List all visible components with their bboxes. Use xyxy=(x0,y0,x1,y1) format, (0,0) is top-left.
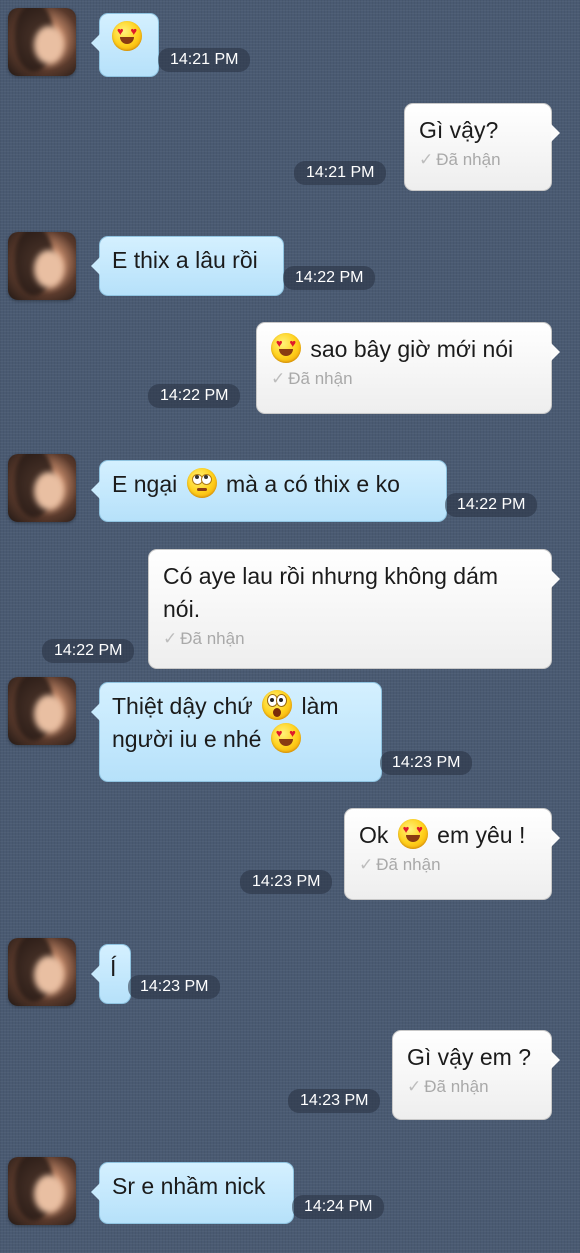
outgoing-message-bubble[interactable]: ♥ ♥ sao bây giờ mới nói ✓ Đã nhận xyxy=(256,322,560,414)
delivery-status: ✓ Đã nhận xyxy=(271,369,353,388)
message-timestamp: 14:21 PM xyxy=(294,161,387,185)
heart-eyes-emoji: ♥ ♥ xyxy=(397,819,428,849)
message-timestamp: 14:24 PM xyxy=(292,1195,385,1219)
checkmark-icon: ✓ xyxy=(407,1077,422,1096)
message-timestamp: 14:22 PM xyxy=(283,266,376,290)
delivery-status: ✓ Đã nhận xyxy=(407,1077,489,1096)
delivery-status: ✓ Đã nhận xyxy=(359,855,441,874)
message-timestamp: 14:22 PM xyxy=(148,384,241,408)
message-text-start: Ok xyxy=(359,822,389,848)
message-timestamp: 14:21 PM xyxy=(158,48,251,72)
contact-avatar[interactable] xyxy=(8,232,76,300)
contact-avatar[interactable] xyxy=(8,677,76,745)
incoming-message-bubble[interactable]: Thiệt dậy chứ làm người iu e nhé ♥ ♥ xyxy=(91,682,382,782)
message-text-end: mà a có thix e ko xyxy=(226,471,400,497)
message-timestamp: 14:22 PM xyxy=(445,493,538,517)
message-text-end: em yêu ! xyxy=(437,822,526,848)
message-text: Có aye lau rồi nhưng không dám nói. xyxy=(163,563,499,622)
message-timestamp: 14:22 PM xyxy=(42,639,135,663)
checkmark-icon: ✓ xyxy=(163,629,178,648)
message-timestamp: 14:23 PM xyxy=(288,1089,381,1113)
delivery-status: ✓ Đã nhận xyxy=(419,150,501,169)
heart-eyes-emoji: ♥ ♥ xyxy=(112,21,142,51)
incoming-message-bubble[interactable]: E ngại mà a có thix e ko xyxy=(91,460,447,522)
incoming-message-bubble[interactable]: Í xyxy=(91,944,131,1004)
message-text: Sr e nhầm nick xyxy=(112,1173,266,1199)
contact-avatar[interactable] xyxy=(8,454,76,522)
outgoing-message-bubble[interactable]: Gì vậy? ✓ Đã nhận xyxy=(404,103,560,191)
message-timestamp: 14:23 PM xyxy=(380,751,473,775)
incoming-message-bubble[interactable]: ♥ ♥ xyxy=(91,13,159,77)
message-text-line2: người iu e nhé xyxy=(112,726,262,752)
eye-roll-emoji xyxy=(186,468,217,498)
message-text-line1-end: làm xyxy=(301,693,339,719)
message-text-line1: Thiệt dậy chứ xyxy=(112,693,253,719)
message-text: sao bây giờ mới nói xyxy=(310,336,514,362)
outgoing-message-bubble[interactable]: Gì vậy em ? ✓ Đã nhận xyxy=(392,1030,560,1120)
incoming-message-bubble[interactable]: Sr e nhầm nick xyxy=(91,1162,294,1224)
message-text: E thix a lâu rồi xyxy=(112,247,258,273)
contact-avatar[interactable] xyxy=(8,938,76,1006)
message-text: Gì vậy em ? xyxy=(407,1044,531,1070)
message-timestamp: 14:23 PM xyxy=(128,975,221,999)
message-timestamp: 14:23 PM xyxy=(240,870,333,894)
outgoing-message-bubble[interactable]: Ok ♥ ♥ em yêu ! ✓ Đã nhận xyxy=(344,808,560,900)
outgoing-message-bubble[interactable]: Có aye lau rồi nhưng không dám nói. ✓ Đã … xyxy=(148,549,560,669)
heart-eyes-emoji: ♥ ♥ xyxy=(271,333,301,363)
checkmark-icon: ✓ xyxy=(419,150,434,169)
contact-avatar[interactable] xyxy=(8,1157,76,1225)
checkmark-icon: ✓ xyxy=(271,369,286,388)
incoming-message-bubble[interactable]: E thix a lâu rồi xyxy=(91,236,284,296)
message-text-start: E ngại xyxy=(112,471,178,497)
shocked-emoji xyxy=(262,690,293,720)
message-text: Gì vậy? xyxy=(419,117,499,143)
heart-eyes-emoji: ♥ ♥ xyxy=(270,723,301,753)
delivery-status: ✓ Đã nhận xyxy=(163,629,245,648)
message-text: Í xyxy=(110,955,117,981)
contact-avatar[interactable] xyxy=(8,8,76,76)
checkmark-icon: ✓ xyxy=(359,855,374,874)
